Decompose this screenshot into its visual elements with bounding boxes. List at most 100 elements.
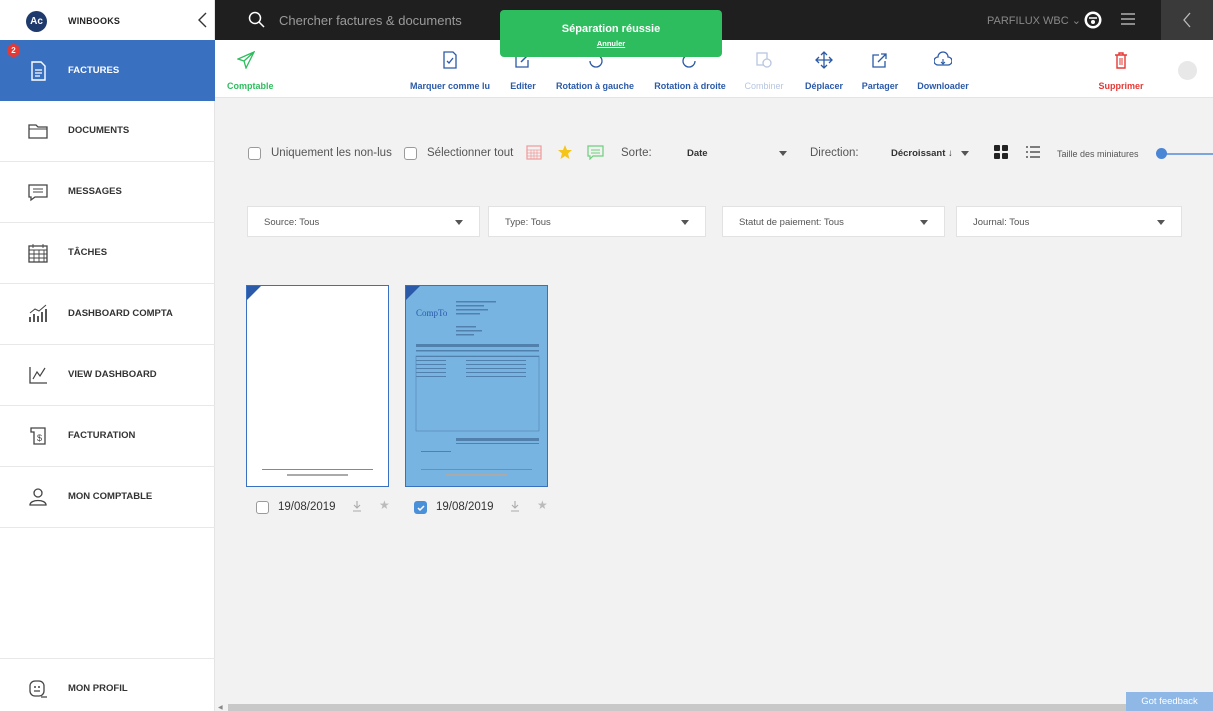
type-filter-select[interactable]: Type: Tous — [488, 206, 706, 237]
source-filter-select[interactable]: Source: Tous — [247, 206, 480, 237]
select-all-checkbox[interactable] — [404, 147, 417, 160]
payment-status-filter-value: Statut de paiement: Tous — [739, 217, 844, 228]
favorite-star-icon[interactable]: ★ — [379, 498, 390, 512]
search-icon[interactable] — [248, 11, 266, 29]
chevron-left-icon[interactable] — [196, 11, 210, 29]
document-select-checkbox[interactable] — [414, 501, 427, 514]
sidebar-item-label: DASHBOARD COMPTA — [68, 307, 173, 319]
direction-caret-icon[interactable] — [961, 151, 969, 156]
invoice-icon — [31, 60, 46, 81]
sidebar-item-facturation[interactable]: $ FACTURATION — [0, 406, 215, 467]
journal-filter-select[interactable]: Journal: Tous — [956, 206, 1182, 237]
sidebar-item-mon-comptable[interactable]: MON COMPTABLE — [0, 467, 215, 528]
sidebar-item-label: MON PROFIL — [68, 682, 128, 694]
document-thumbnail-selected[interactable]: CompTo — [405, 285, 548, 487]
toolbar-label: Combiner — [744, 81, 784, 91]
company-logo: CompTo — [416, 308, 448, 318]
scroll-left-arrow-icon[interactable]: ◀ — [218, 704, 223, 711]
user-avatar-icon[interactable] — [1084, 11, 1102, 29]
sidebar-item-mon-profil[interactable]: MON PROFIL — [0, 658, 215, 711]
calendar-icon — [28, 244, 48, 263]
toolbar-label: Comptable — [227, 81, 274, 91]
page-footer-line — [421, 469, 532, 470]
unread-badge: 2 — [7, 44, 20, 57]
delete-button[interactable]: Supprimer — [1091, 40, 1151, 98]
sidebar-item-label: MON COMPTABLE — [68, 490, 153, 502]
comment-filter-icon[interactable] — [587, 144, 604, 160]
sidebar-item-label: FACTURES — [68, 64, 120, 76]
sidebar-item-factures[interactable]: 2 FACTURES — [0, 40, 215, 101]
document-thumbnail[interactable] — [246, 285, 389, 487]
mark-read-button[interactable]: Marquer comme lu — [405, 40, 495, 98]
sidebar-item-view-dashboard[interactable]: VIEW DASHBOARD — [0, 345, 215, 406]
payment-status-filter-select[interactable]: Statut de paiement: Tous — [722, 206, 945, 237]
hamburger-menu-icon[interactable] — [1121, 13, 1135, 25]
line-chart-icon — [29, 367, 47, 384]
download-icon[interactable] — [510, 500, 520, 512]
search-input[interactable] — [279, 10, 509, 30]
sidebar-item-taches[interactable]: TÂCHES — [0, 223, 215, 284]
svg-text:$: $ — [37, 433, 42, 443]
feedback-button[interactable]: Got feedback — [1126, 692, 1213, 711]
document-meta: 19/08/2019 ★ — [256, 498, 396, 518]
sidebar-item-label: MESSAGES — [68, 185, 122, 197]
app-logo: Ac — [26, 11, 47, 32]
cloud-download-icon — [934, 51, 952, 66]
sidebar-item-messages[interactable]: MESSAGES — [0, 162, 215, 223]
message-icon — [28, 184, 48, 202]
chevron-down-icon — [681, 220, 689, 225]
download-button[interactable]: Downloader — [903, 40, 983, 98]
page-footer-text — [287, 474, 348, 476]
thumbnail-size-slider-track[interactable] — [1160, 153, 1213, 155]
success-toast: Séparation réussie Annuler — [500, 10, 722, 57]
chevron-down-icon — [1157, 220, 1165, 225]
sidebar-item-documents[interactable]: DOCUMENTS — [0, 101, 215, 162]
document-date: 19/08/2019 — [278, 501, 336, 513]
star-filter-icon[interactable] — [557, 144, 573, 160]
only-unread-label: Uniquement les non-lus — [271, 147, 392, 159]
only-unread-checkbox[interactable] — [248, 147, 261, 160]
sidebar-item-label: TÂCHES — [68, 246, 108, 258]
document-date: 19/08/2019 — [436, 501, 494, 513]
page-footer-text — [446, 474, 507, 476]
horizontal-scrollbar[interactable] — [228, 704, 1128, 711]
folder-icon — [28, 124, 48, 139]
document-select-checkbox[interactable] — [256, 501, 269, 514]
sort-caret-icon[interactable] — [779, 151, 787, 156]
grid-view-icon[interactable] — [993, 144, 1009, 160]
download-icon[interactable] — [352, 500, 362, 512]
chart-icon — [29, 304, 47, 322]
move-icon — [815, 51, 833, 69]
toolbar-label: Supprimer — [1098, 81, 1144, 91]
list-view-icon[interactable] — [1025, 144, 1041, 160]
toolbar-label: Rotation à droite — [654, 81, 726, 91]
toolbar-label: Editer — [510, 81, 536, 91]
favorite-star-icon[interactable]: ★ — [537, 498, 548, 512]
chevron-down-icon — [455, 220, 463, 225]
document-meta: 19/08/2019 ★ — [414, 498, 554, 518]
sidebar-item-label: VIEW DASHBOARD — [68, 368, 157, 380]
page-footer-line — [262, 469, 373, 470]
app-name: WINBOOKS — [68, 16, 121, 26]
sidebar-item-dashboard-compta[interactable]: DASHBOARD COMPTA — [0, 284, 215, 345]
toolbar-label: Marquer comme lu — [409, 81, 491, 91]
company-selector[interactable]: PARFILUX WBC ⌄ — [987, 14, 1081, 27]
toolbar-label: Déplacer — [804, 81, 844, 91]
billing-icon: $ — [30, 427, 46, 445]
toolbar-toggle-button[interactable] — [1178, 61, 1197, 80]
direction-select[interactable]: Décroissant ↓ — [891, 148, 953, 159]
chevron-down-icon — [920, 220, 928, 225]
trash-icon — [1115, 52, 1127, 69]
sort-select[interactable]: Date — [687, 148, 708, 159]
share-button[interactable]: Partager — [855, 40, 905, 98]
share-icon — [872, 53, 887, 68]
move-button[interactable]: Déplacer — [799, 40, 849, 98]
thumbnail-size-slider-handle[interactable] — [1156, 148, 1167, 159]
toast-title: Séparation réussie — [561, 23, 661, 35]
panel-toggle-button[interactable] — [1161, 0, 1213, 40]
calendar-filter-icon[interactable] — [526, 144, 542, 160]
toast-undo-link[interactable]: Annuler — [500, 39, 722, 48]
combine-button[interactable]: Combiner — [739, 40, 789, 98]
send-to-accountant-button[interactable]: Comptable — [227, 40, 317, 98]
toolbar-label: Rotation à gauche — [555, 81, 634, 91]
